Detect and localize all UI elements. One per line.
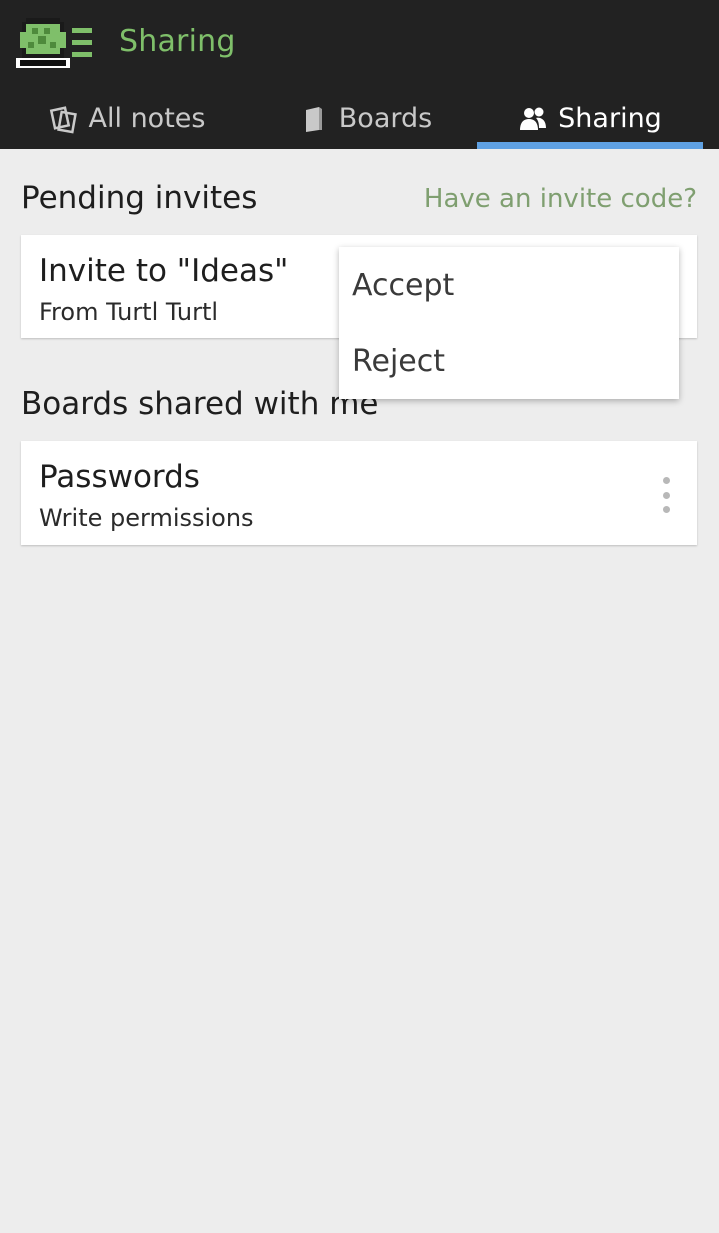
tab-sharing[interactable]: Sharing — [477, 88, 703, 149]
reject-menu-item[interactable]: Reject — [339, 323, 679, 399]
invite-title: Invite to "Ideas" — [39, 253, 289, 289]
board-permissions: Write permissions — [39, 504, 254, 532]
tab-boards[interactable]: Boards — [254, 88, 477, 149]
tab-label: Boards — [338, 103, 433, 134]
pending-invites-title: Pending invites — [21, 180, 258, 216]
tab-all-notes[interactable]: All notes — [0, 88, 254, 149]
people-icon — [518, 104, 548, 134]
turtl-logo-icon[interactable] — [12, 12, 94, 74]
invite-from: From Turtl Turtl — [39, 298, 219, 326]
board-icon — [299, 104, 329, 134]
invite-action-menu: Accept Reject — [339, 247, 679, 399]
app-header: Sharing All notes Boards Sharing — [0, 0, 719, 149]
notes-icon — [49, 104, 79, 134]
top-bar: Sharing — [0, 0, 719, 88]
app-title: Sharing — [119, 24, 236, 59]
tab-bar: All notes Boards Sharing — [0, 88, 719, 149]
active-tab-indicator — [477, 142, 703, 149]
tab-label: All notes — [88, 103, 206, 134]
shared-board-card[interactable]: Passwords Write permissions — [21, 441, 697, 545]
board-name: Passwords — [39, 459, 200, 495]
tab-label: Sharing — [558, 103, 662, 134]
invite-code-link[interactable]: Have an invite code? — [424, 184, 697, 214]
shared-boards-title: Boards shared with me — [21, 386, 379, 422]
accept-menu-item[interactable]: Accept — [339, 247, 679, 323]
more-options-icon[interactable] — [659, 477, 673, 513]
